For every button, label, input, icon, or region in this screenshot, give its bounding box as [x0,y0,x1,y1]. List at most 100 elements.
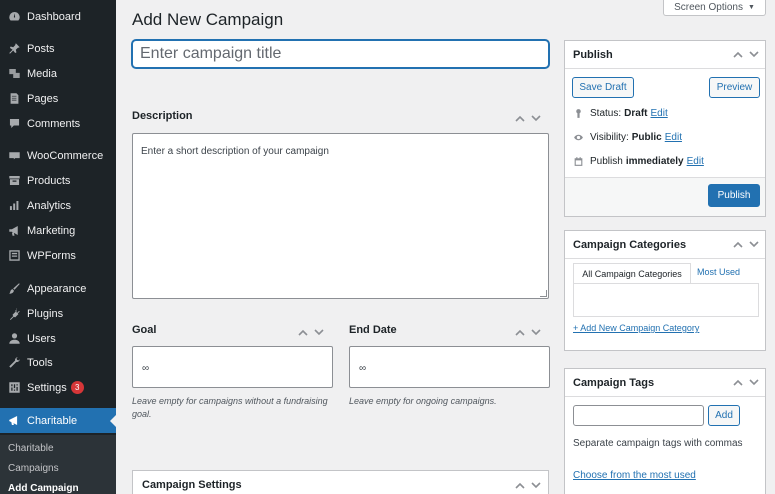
menu-item-dashboard[interactable]: Dashboard [0,4,116,29]
edit-status-link[interactable]: Edit [650,108,667,119]
form-icon [7,249,21,263]
schedule-value: immediately [625,156,684,167]
media-icon [7,67,21,81]
tab-all-categories[interactable]: All Campaign Categories [573,263,691,283]
woocommerce-icon [7,149,21,163]
add-tag-button[interactable]: Add [708,405,740,426]
move-up-icon[interactable] [733,240,743,251]
move-down-icon[interactable] [314,328,324,339]
menu-item-tools[interactable]: Tools [0,350,116,375]
menu-item-comments[interactable]: Comments [0,111,116,136]
move-up-icon[interactable] [733,378,743,389]
menu-item-posts[interactable]: Posts [0,36,116,61]
charitable-icon [7,414,21,428]
caret-down-icon: ▼ [748,4,755,11]
move-down-icon[interactable] [531,481,541,492]
menu-label: Media [27,67,57,80]
menu-label: Dashboard [27,10,81,23]
resize-handle[interactable] [540,290,547,297]
tab-most-used[interactable]: Most Used [697,267,740,277]
menu-item-plugins[interactable]: Plugins [0,301,116,326]
screen-options-button[interactable]: Screen Options ▼ [663,0,766,16]
tags-panel-header: Campaign Tags [565,369,765,397]
menu-item-charitable[interactable]: Charitable [0,408,116,433]
categories-panel-header: Campaign Categories [565,231,765,259]
goal-box-controls [298,328,324,339]
save-draft-button[interactable]: Save Draft [572,77,634,98]
publish-panel: Publish Save Draft Preview Status: Draft… [564,40,766,217]
user-icon [7,332,21,346]
menu-item-woocommerce[interactable]: WooCommerce [0,143,116,168]
visibility-value: Public [631,132,662,143]
charitable-submenu: Charitable Campaigns Add Campaign [0,435,116,494]
visibility-label: Visibility: [590,132,629,143]
move-down-icon[interactable] [531,328,541,339]
end-date-label: End Date [349,324,397,336]
pages-icon [7,92,21,106]
menu-label: Plugins [27,307,64,320]
plugin-icon [7,307,21,321]
publish-button[interactable]: Publish [708,184,760,207]
tags-help-text: Separate campaign tags with commas [573,438,743,449]
menu-label: WPForms [27,249,76,262]
panel-controls [733,50,759,61]
pin-icon [576,109,581,118]
settings-icon [7,381,21,395]
status-value: Draft [624,108,648,119]
menu-item-media[interactable]: Media [0,61,116,86]
menu-item-analytics[interactable]: Analytics [0,193,116,218]
menu-label: Users [27,332,56,345]
move-down-icon[interactable] [531,114,541,125]
panel-controls [733,240,759,251]
end-date-value: ∞ [359,363,367,374]
move-down-icon[interactable] [749,50,759,61]
schedule-label: Publish [590,156,623,167]
submenu-item-add-campaign[interactable]: Add Campaign [8,483,79,494]
move-up-icon[interactable] [515,328,525,339]
end-date-box-controls [515,328,541,339]
menu-label: Analytics [27,199,72,212]
tags-panel-title: Campaign Tags [573,377,655,389]
categories-checklist[interactable] [573,283,759,317]
preview-button[interactable]: Preview [709,77,760,98]
paintbrush-icon [7,282,21,296]
move-up-icon[interactable] [515,114,525,125]
menu-item-wpforms[interactable]: WPForms [0,243,116,268]
move-up-icon[interactable] [515,481,525,492]
campaign-title-input[interactable] [132,40,549,68]
submenu-item-campaigns[interactable]: Campaigns [8,463,59,474]
status-label: Status: [590,108,622,119]
menu-label: Pages [27,92,59,105]
menu-label: Charitable [27,414,78,427]
end-date-input[interactable]: ∞ [349,346,550,388]
menu-item-appearance[interactable]: Appearance [0,276,116,301]
campaign-settings-label: Campaign Settings [142,479,242,491]
move-down-icon[interactable] [749,378,759,389]
menu-item-marketing[interactable]: Marketing [0,218,116,243]
bar-chart-icon [7,199,21,213]
edit-visibility-link[interactable]: Edit [665,132,682,143]
move-up-icon[interactable] [298,328,308,339]
comment-icon [7,117,21,131]
visibility-row: Visibility: Public Edit [573,132,682,143]
move-down-icon[interactable] [749,240,759,251]
menu-item-users[interactable]: Users [0,326,116,351]
new-tag-input[interactable] [573,405,704,426]
move-up-icon[interactable] [733,50,743,61]
publish-panel-header: Publish [565,41,765,69]
page-title: Add New Campaign [132,10,284,29]
description-textarea[interactable]: Enter a short description of your campai… [132,133,549,299]
menu-item-products[interactable]: Products [0,168,116,193]
submenu-item-charitable[interactable]: Charitable [8,443,54,454]
choose-most-used-tags-link[interactable]: Choose from the most used [573,470,696,481]
dashboard-icon [7,10,21,24]
menu-item-pages[interactable]: Pages [0,86,116,111]
edit-schedule-link[interactable]: Edit [687,156,704,167]
end-date-help-text: Leave empty for ongoing campaigns. [349,396,497,406]
menu-item-settings[interactable]: Settings 3 [0,375,116,400]
goal-input[interactable]: ∞ [132,346,333,388]
description-placeholder: Enter a short description of your campai… [141,146,329,157]
add-new-category-link[interactable]: + Add New Campaign Category [573,323,699,333]
description-box-controls [515,114,541,125]
status-row: Status: Draft Edit [573,108,668,119]
